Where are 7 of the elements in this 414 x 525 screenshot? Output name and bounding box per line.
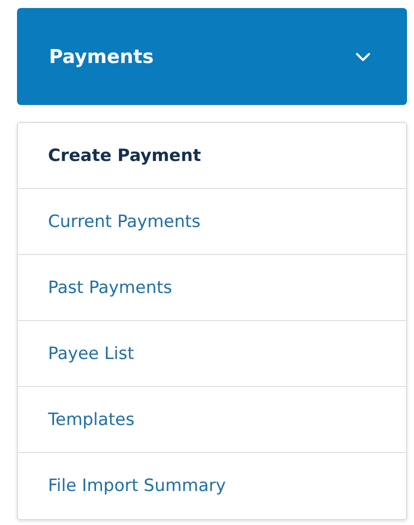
menu-item[interactable]: Past Payments (18, 255, 406, 321)
menu-header[interactable]: Payments (17, 8, 407, 105)
menu-item[interactable]: Templates (18, 387, 406, 453)
menu-item[interactable]: Current Payments (18, 189, 406, 255)
menu-item[interactable]: Payee List (18, 321, 406, 387)
menu-item[interactable]: Create Payment (18, 123, 406, 189)
menu-item[interactable]: File Import Summary (18, 453, 406, 519)
